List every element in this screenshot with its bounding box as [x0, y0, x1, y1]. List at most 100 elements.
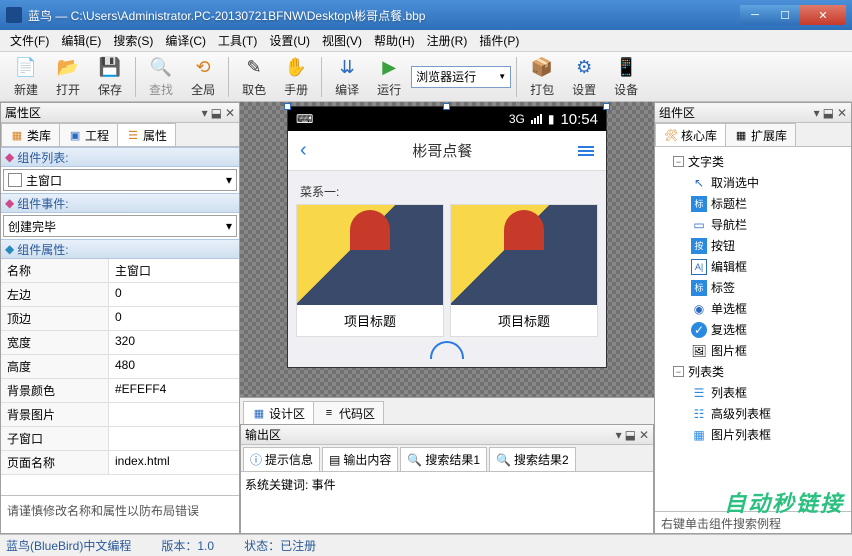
tree-item[interactable]: A|编辑框	[659, 256, 847, 277]
menu-settings[interactable]: 设置(U)	[263, 30, 316, 51]
phone-preview[interactable]: ⌨ 3G ▮ 10:54 ‹ 彬哥点餐 菜系一: 项目标题	[287, 106, 607, 368]
compile-button[interactable]: ⇊编译	[327, 53, 367, 100]
menu-edit[interactable]: 编辑(E)	[55, 30, 107, 51]
menu-help[interactable]: 帮助(H)	[368, 30, 421, 51]
pin-icon[interactable]: ▾	[616, 428, 622, 442]
out-tab-res1[interactable]: 🔍搜索结果1	[400, 447, 487, 472]
component-tree: −文字类 ↖取消选中 标标题栏 ▭导航栏 按按钮 A|编辑框 标标签 ◉单选框 …	[655, 147, 851, 511]
card-item[interactable]: 项目标题	[450, 204, 598, 337]
menu-file[interactable]: 文件(F)	[4, 30, 55, 51]
property-table: 名称主窗口 左边0 顶边0 宽度320 高度480 背景颜色#EFEFF4 背景…	[1, 259, 239, 495]
pack-button[interactable]: 📦打包	[522, 53, 562, 100]
search-icon: 🔍	[407, 453, 422, 467]
device-button[interactable]: 📱设备	[606, 53, 646, 100]
prop-row[interactable]: 宽度320	[1, 331, 239, 355]
settings-button[interactable]: ⚙设置	[564, 53, 604, 100]
tree-item[interactable]: ☰列表框	[659, 382, 847, 403]
code-icon: ≡	[322, 406, 336, 420]
dock-icon[interactable]: ⬓	[625, 428, 636, 442]
run-button[interactable]: ▶运行	[369, 53, 409, 100]
close-button[interactable]: ✕	[800, 5, 846, 25]
image-icon: 🖼	[691, 343, 707, 359]
prop-row[interactable]: 名称主窗口	[1, 259, 239, 283]
tree-item[interactable]: 按按钮	[659, 235, 847, 256]
property-hint: 请谨慎修改名称和属性以防布局错误	[1, 495, 239, 533]
output-body[interactable]: 系统关键词: 事件	[241, 472, 653, 533]
out-tab-res2[interactable]: 🔍搜索结果2	[489, 447, 576, 472]
menu-register[interactable]: 注册(R)	[421, 30, 474, 51]
tree-item[interactable]: ▭导航栏	[659, 214, 847, 235]
save-button[interactable]: 💾保存	[90, 53, 130, 100]
close-panel-icon[interactable]: ✕	[225, 106, 235, 120]
lib-icon: ▦	[10, 128, 24, 142]
global-button[interactable]: ⟲全局	[183, 53, 223, 100]
manual-button[interactable]: ✋手册	[276, 53, 316, 100]
nav-icon: ▭	[691, 217, 707, 233]
prop-row[interactable]: 子窗口	[1, 427, 239, 451]
tree-item[interactable]: ✓复选框	[659, 319, 847, 340]
status-version: 版本：1.0	[161, 537, 214, 554]
info-icon: ⓘ	[250, 451, 262, 468]
find-button[interactable]: 🔍查找	[141, 53, 181, 100]
tab-project[interactable]: ▣工程	[59, 123, 118, 146]
tree-item[interactable]: 标标题栏	[659, 193, 847, 214]
tree-item[interactable]: ▦图片列表框	[659, 424, 847, 445]
component-events-header: ◆组件事件:	[1, 193, 239, 213]
dock-icon[interactable]: ⬓	[823, 106, 834, 120]
tab-lib[interactable]: ▦类库	[1, 123, 60, 146]
out-tab-tips[interactable]: ⓘ提示信息	[243, 447, 320, 472]
menu-plugin[interactable]: 插件(P)	[473, 30, 525, 51]
chevron-down-icon: ▾	[226, 219, 232, 233]
collapse-icon[interactable]: −	[673, 156, 684, 167]
prop-row[interactable]: 左边0	[1, 283, 239, 307]
tree-item[interactable]: 🖼图片框	[659, 340, 847, 361]
tree-item[interactable]: ◉单选框	[659, 298, 847, 319]
menu-view[interactable]: 视图(V)	[316, 30, 368, 51]
collapse-icon[interactable]: −	[673, 366, 684, 377]
tab-extlib[interactable]: ▦扩展库	[725, 123, 796, 146]
prop-row[interactable]: 顶边0	[1, 307, 239, 331]
button-icon: 按	[691, 238, 707, 254]
component-panel: 组件区▾⬓✕ 🛠核心库 ▦扩展库 −文字类 ↖取消选中 标标题栏 ▭导航栏 按按…	[654, 102, 852, 534]
minimize-button[interactable]: ─	[740, 5, 770, 25]
runmode-select[interactable]: 浏览器运行▼	[411, 66, 511, 88]
back-icon[interactable]: ‹	[300, 139, 307, 162]
prop-row[interactable]: 背景颜色#EFEFF4	[1, 379, 239, 403]
prop-row[interactable]: 高度480	[1, 355, 239, 379]
menu-compile[interactable]: 编译(C)	[159, 30, 212, 51]
menu-icon[interactable]	[578, 146, 594, 156]
pick-icon: ✎	[242, 55, 266, 79]
manual-icon: ✋	[284, 55, 308, 79]
tree-category[interactable]: −文字类	[659, 151, 847, 172]
card-caption: 项目标题	[451, 305, 597, 336]
menu-tools[interactable]: 工具(T)	[212, 30, 263, 51]
new-button[interactable]: 📄新建	[6, 53, 46, 100]
open-button[interactable]: 📂打开	[48, 53, 88, 100]
close-panel-icon[interactable]: ✕	[837, 106, 847, 120]
design-canvas[interactable]: ⌨ 3G ▮ 10:54 ‹ 彬哥点餐 菜系一: 项目标题	[240, 102, 654, 397]
close-panel-icon[interactable]: ✕	[639, 428, 649, 442]
menu-search[interactable]: 搜索(S)	[107, 30, 159, 51]
out-tab-content[interactable]: ▤输出内容	[322, 447, 398, 472]
property-panel-header: 属性区 ▾⬓✕	[1, 103, 239, 123]
dock-icon[interactable]: ⬓	[211, 106, 222, 120]
tree-item[interactable]: 标标签	[659, 277, 847, 298]
tab-design[interactable]: ▦设计区	[243, 401, 314, 424]
component-select[interactable]: 主窗口▾	[3, 169, 237, 191]
card-item[interactable]: 项目标题	[296, 204, 444, 337]
tab-code[interactable]: ≡代码区	[313, 401, 384, 424]
window-titlebar: 蓝鸟 — C:\Users\Administrator.PC-20130721B…	[0, 0, 852, 30]
pin-icon[interactable]: ▾	[814, 106, 820, 120]
prop-row[interactable]: 页面名称index.html	[1, 451, 239, 475]
chevron-down-icon: ▼	[498, 72, 506, 81]
signal-icon	[531, 114, 542, 124]
tree-item[interactable]: ☷高级列表框	[659, 403, 847, 424]
tree-category[interactable]: −列表类	[659, 361, 847, 382]
prop-row[interactable]: 背景图片	[1, 403, 239, 427]
tab-props[interactable]: ☰属性	[117, 123, 176, 146]
tab-corelib[interactable]: 🛠核心库	[655, 123, 726, 146]
event-select[interactable]: 创建完毕▾	[3, 215, 237, 237]
maximize-button[interactable]: ☐	[770, 5, 800, 25]
pin-icon[interactable]: ▾	[202, 106, 208, 120]
pickcolor-button[interactable]: ✎取色	[234, 53, 274, 100]
